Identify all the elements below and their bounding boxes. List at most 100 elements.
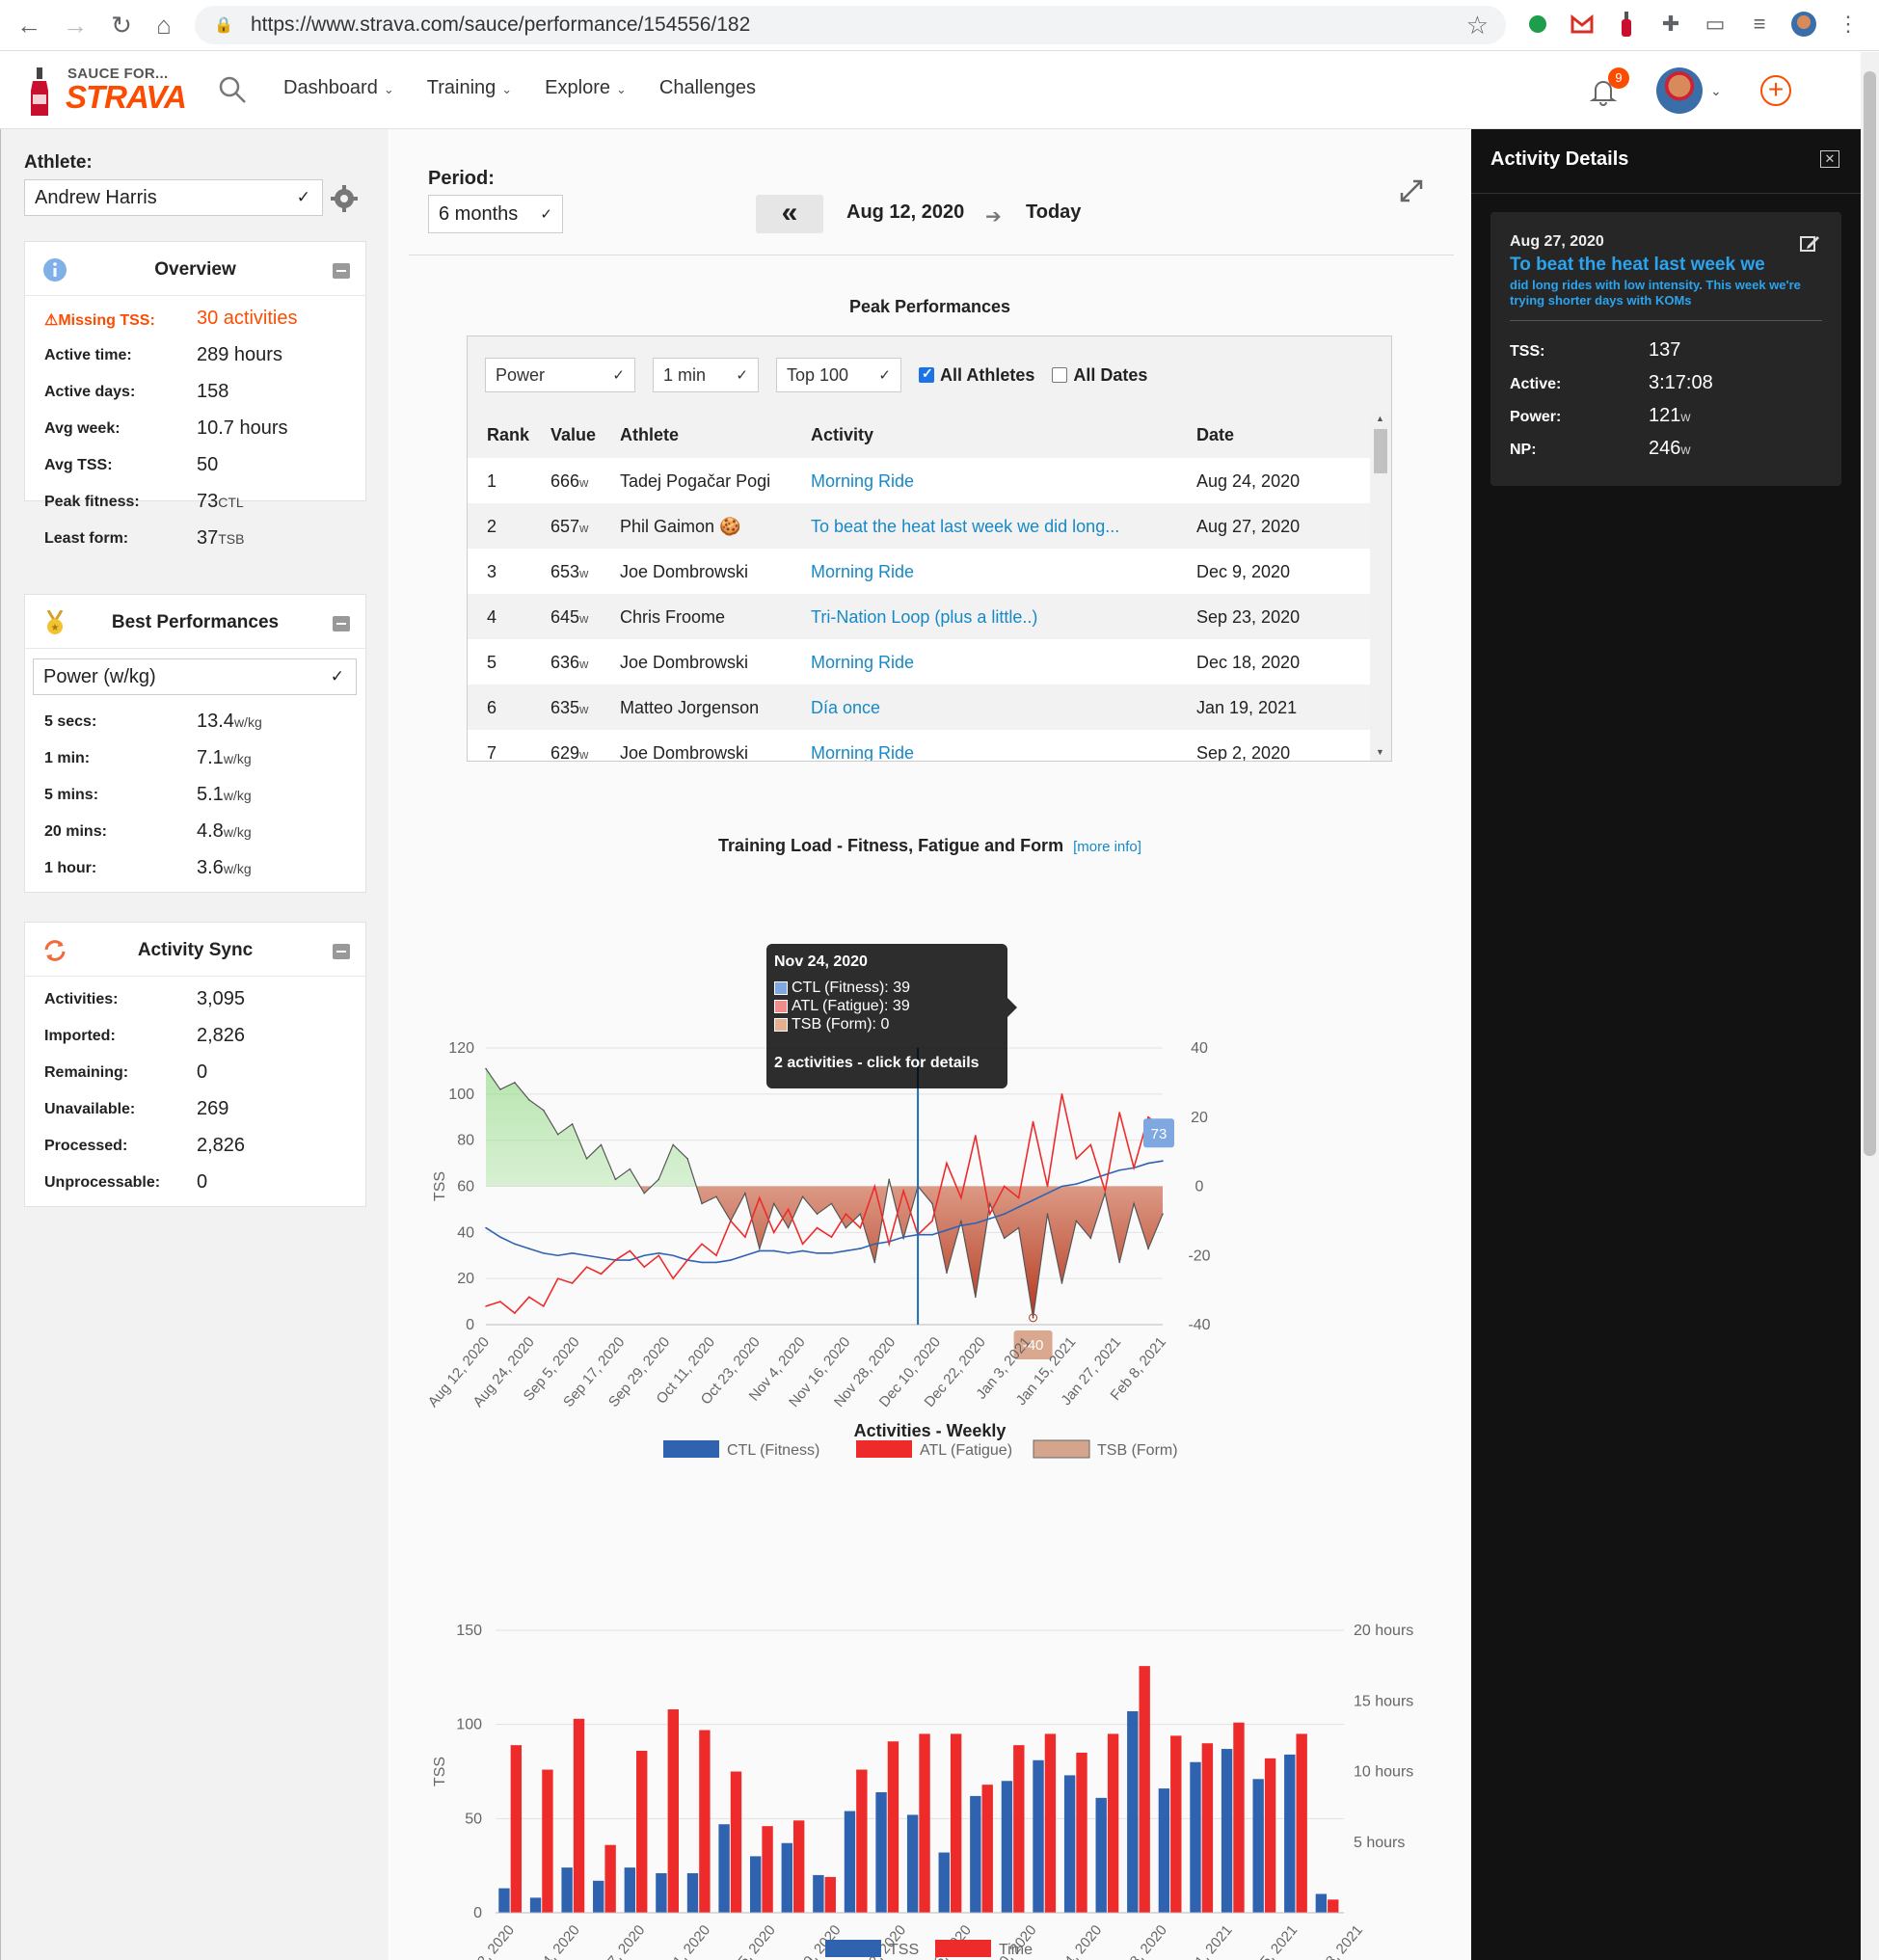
ctl-point: [845, 1249, 847, 1252]
nav-training-label: Training: [426, 77, 497, 98]
collapse-icon[interactable]: [333, 616, 350, 631]
table-scrollbar[interactable]: ▲ ▼: [1370, 412, 1391, 761]
col-date[interactable]: Date: [1196, 425, 1234, 445]
nav-explore[interactable]: Explore ⌄: [545, 77, 627, 99]
table-row[interactable]: 1 666w Tadej Pogačar Pogi Morning Ride Aug 2…: [468, 458, 1370, 503]
search-icon[interactable]: [218, 75, 247, 104]
peak-limit-select[interactable]: Top 100 ✓: [776, 358, 901, 392]
chart-tooltip[interactable]: Nov 24, 2020 CTL (Fitness): 39 ATL (Fati…: [766, 944, 1017, 1088]
date-cell: Dec 18, 2020: [1196, 653, 1301, 672]
reload-icon[interactable]: ↻: [106, 10, 137, 40]
sauce-bottle-icon[interactable]: [1612, 10, 1641, 39]
avatar[interactable]: [1656, 67, 1703, 114]
col-activity[interactable]: Activity: [811, 425, 873, 445]
activity-link[interactable]: Morning Ride: [811, 653, 914, 673]
cast-icon[interactable]: ▭: [1701, 10, 1730, 39]
period-select[interactable]: 6 months ✓: [428, 195, 563, 233]
sauce-strava-logo[interactable]: SAUCE FOR... STRAVA: [29, 60, 202, 121]
col-value[interactable]: Value: [550, 425, 596, 445]
sync-row-label: Unprocessable:: [44, 1174, 161, 1191]
activity-link[interactable]: Morning Ride: [811, 471, 914, 492]
ctl-point: [1104, 1173, 1107, 1176]
table-row[interactable]: 4 645w Chris Froome Tri-Nation Loop (plus a…: [468, 594, 1370, 639]
table-row[interactable]: 5 636w Joe Dombrowski Morning Ride Dec 18, 2…: [468, 639, 1370, 685]
x-tick-label: Jan 11, 2021: [1170, 1922, 1236, 1960]
puzzle-icon[interactable]: ✚: [1656, 10, 1685, 39]
activity-link[interactable]: To beat the heat last week we did long..…: [811, 517, 1119, 537]
home-icon[interactable]: ⌂: [148, 10, 179, 40]
bookmark-star-icon[interactable]: ☆: [1466, 11, 1489, 40]
all-dates-checkbox[interactable]: All Dates: [1052, 365, 1147, 386]
checkbox-unchecked-icon[interactable]: [1052, 367, 1068, 383]
table-scrollbar-thumb[interactable]: [1374, 429, 1387, 473]
gear-icon[interactable]: [331, 185, 358, 212]
menu-kebab-icon[interactable]: ⋮: [1834, 10, 1863, 39]
col-athlete[interactable]: Athlete: [620, 425, 679, 445]
ctl-point: [873, 1243, 876, 1246]
tsb-point: [499, 1088, 501, 1090]
table-row[interactable]: 2 657w Phil Gaimon 🍪 To beat the heat last …: [468, 503, 1370, 549]
page-scrollbar[interactable]: [1861, 52, 1879, 1960]
table-row[interactable]: 7 629w Joe Dombrowski Morning Ride Sep 2, 20…: [468, 730, 1370, 761]
tsb-point: [542, 1109, 545, 1112]
activity-link[interactable]: Morning Ride: [811, 743, 914, 761]
gmail-icon[interactable]: [1568, 10, 1597, 39]
weekly-title: Activities - Weekly: [853, 1421, 1007, 1440]
collapse-icon[interactable]: [333, 944, 350, 959]
collapse-icon[interactable]: [333, 263, 350, 279]
activity-link[interactable]: Día once: [811, 698, 880, 718]
overview-title: Overview: [154, 259, 236, 280]
address-bar[interactable]: 🔒 https://www.strava.com/sauce/performan…: [195, 6, 1506, 44]
missing-tss-link[interactable]: 30 activities: [197, 308, 298, 330]
forward-icon[interactable]: →: [60, 10, 91, 40]
activity-link[interactable]: Morning Ride: [811, 562, 914, 582]
scroll-up-icon[interactable]: ▲: [1376, 414, 1384, 423]
table-row[interactable]: 3 653w Joe Dombrowski Morning Ride Dec 9, 20…: [468, 549, 1370, 594]
previous-period-button[interactable]: «: [756, 195, 823, 233]
athlete-select[interactable]: Andrew Harris ✓: [24, 179, 323, 216]
col-rank[interactable]: Rank: [487, 425, 529, 445]
detail-label: NP:: [1510, 442, 1537, 458]
edit-icon[interactable]: [1799, 233, 1820, 255]
tss-bar: [1095, 1797, 1107, 1913]
close-icon[interactable]: ✕: [1820, 150, 1839, 168]
nav-dashboard[interactable]: Dashboard ⌄: [283, 77, 394, 99]
ctl-point: [528, 1248, 530, 1249]
detail-label: Active:: [1510, 376, 1562, 392]
overview-row-value-text: 50: [197, 454, 219, 475]
green-dot-icon[interactable]: [1523, 10, 1552, 39]
sync-row-label: Imported:: [44, 1028, 116, 1044]
profile-icon[interactable]: [1789, 10, 1818, 39]
legend-swatch: [1033, 1439, 1090, 1459]
tsb-point: [658, 1178, 660, 1181]
peak-type-select[interactable]: Power ✓: [485, 358, 635, 392]
scroll-down-icon[interactable]: ▼: [1376, 747, 1384, 757]
time-bar: [730, 1771, 742, 1913]
media-icon[interactable]: ≡: [1745, 10, 1774, 39]
weekly-activities-chart[interactable]: 0 50 100 150 5 hours 10 hours 15 hours 20 hours…: [389, 1479, 1470, 1960]
time-bar: [542, 1769, 553, 1913]
scrollbar-thumb[interactable]: [1864, 71, 1876, 1156]
nav-training[interactable]: Training ⌄: [427, 77, 512, 99]
nav-challenges[interactable]: Challenges: [659, 77, 756, 99]
add-activity-icon[interactable]: +: [1760, 75, 1791, 106]
activity-link[interactable]: Tri-Nation Loop (plus a little..): [811, 607, 1037, 628]
best-metric-select[interactable]: Power (w/kg) ✓: [33, 658, 357, 695]
time-bar: [1264, 1758, 1276, 1913]
best-row: 5 secs: 13.4w/kg: [25, 703, 365, 739]
peak-duration-select[interactable]: 1 min ✓: [653, 358, 759, 392]
ctl-point: [643, 1254, 646, 1257]
all-athletes-checkbox[interactable]: All Athletes: [919, 365, 1034, 386]
table-row[interactable]: 6 635w Matteo Jorgenson Día once Jan 19, 202…: [468, 685, 1370, 730]
more-info-link[interactable]: [more info]: [1073, 839, 1141, 855]
chevron-down-icon[interactable]: ⌄: [1710, 83, 1722, 99]
checkbox-checked-icon[interactable]: [919, 365, 934, 383]
url-text: https://www.strava.com/sauce/performance…: [251, 13, 751, 36]
activity-name-link[interactable]: To beat the heat last week we: [1510, 255, 1765, 276]
best-row: 1 min: 7.1w/kg: [25, 739, 365, 776]
expand-icon[interactable]: [1398, 177, 1425, 204]
sync-row-value-text: 269: [197, 1098, 229, 1119]
back-icon[interactable]: ←: [13, 10, 44, 40]
legend-label: ATL (Fatigue): [920, 1442, 1012, 1459]
chevron-down-icon: ✓: [878, 367, 891, 384]
